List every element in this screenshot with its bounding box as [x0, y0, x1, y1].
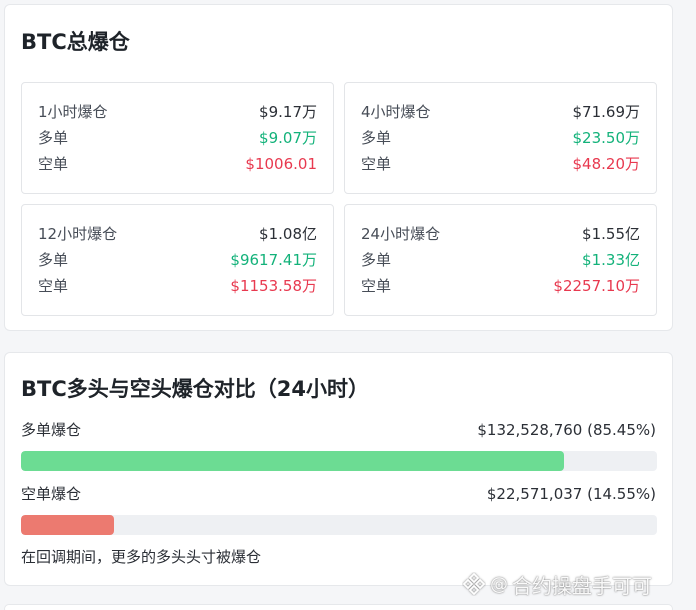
total-value: $71.69万	[572, 103, 641, 121]
short-label: 空单	[361, 155, 392, 173]
short-liquidation-label: 空单爆仓	[21, 485, 82, 503]
long-liquidation-label: 多单爆仓	[21, 421, 82, 439]
short-value: $48.20万	[572, 155, 641, 173]
long-label: 多单	[38, 251, 69, 269]
long-row: 多单 $23.50万	[361, 127, 640, 149]
short-liquidation-bar-fill	[21, 515, 114, 535]
total-row: 1小时爆仓 $9.17万	[38, 101, 317, 123]
period-label: 12小时爆仓	[38, 225, 118, 243]
total-liquidation-title: BTC总爆仓	[21, 30, 130, 54]
short-label: 空单	[38, 155, 69, 173]
period-label: 1小时爆仓	[38, 103, 108, 121]
watermark-text: 合约操盘手可可	[512, 573, 652, 598]
at-symbol: @	[490, 573, 508, 595]
long-value: $1.33亿	[582, 251, 640, 269]
short-label: 空单	[361, 277, 392, 295]
long-row: 多单 $1.33亿	[361, 249, 640, 271]
long-label: 多单	[361, 251, 392, 269]
total-row: 24小时爆仓 $1.55亿	[361, 223, 640, 245]
short-row: 空单 $1153.58万	[38, 275, 317, 297]
short-liquidation-value: $22,571,037 (14.55%)	[486, 485, 656, 503]
long-value: $9617.41万	[230, 251, 317, 269]
next-card	[4, 604, 673, 610]
long-value: $23.50万	[572, 129, 641, 147]
short-value: $2257.10万	[553, 277, 640, 295]
short-value: $1153.58万	[230, 277, 317, 295]
long-liquidation-value: $132,528,760 (85.45%)	[477, 421, 656, 439]
long-value: $9.07万	[259, 129, 317, 147]
total-value: $1.55亿	[582, 225, 640, 243]
liquidation-box-4h: 4小时爆仓 $71.69万 多单 $23.50万 空单 $48.20万	[344, 82, 657, 194]
short-row: 空单 $1006.01	[38, 153, 317, 175]
long-liquidation-bar	[21, 451, 657, 471]
short-label: 空单	[38, 277, 69, 295]
total-value: $9.17万	[259, 103, 317, 121]
liquidation-box-24h: 24小时爆仓 $1.55亿 多单 $1.33亿 空单 $2257.10万	[344, 204, 657, 316]
total-row: 4小时爆仓 $71.69万	[361, 101, 640, 123]
long-row: 多单 $9617.41万	[38, 249, 317, 271]
short-row: 空单 $48.20万	[361, 153, 640, 175]
long-label: 多单	[38, 129, 69, 147]
long-liquidation-bar-fill	[21, 451, 565, 471]
total-value: $1.08亿	[259, 225, 317, 243]
long-liquidation-row: 多单爆仓 $132,528,760 (85.45%)	[21, 419, 656, 441]
watermark: @ 合约操盘手可可	[462, 569, 652, 599]
comparison-note: 在回调期间，更多的多头头寸被爆仓	[21, 548, 262, 566]
short-row: 空单 $2257.10万	[361, 275, 640, 297]
period-label: 4小时爆仓	[361, 103, 431, 121]
short-liquidation-bar	[21, 515, 657, 535]
long-short-comparison-card: BTC多头与空头爆仓对比（24小时） 多单爆仓 $132,528,760 (85…	[4, 352, 673, 586]
binance-square-logo-icon	[462, 572, 486, 596]
total-row: 12小时爆仓 $1.08亿	[38, 223, 317, 245]
period-label: 24小时爆仓	[361, 225, 441, 243]
total-liquidation-card: BTC总爆仓 1小时爆仓 $9.17万 多单 $9.07万 空单 $1006.0…	[4, 4, 673, 331]
short-value: $1006.01	[245, 155, 317, 173]
short-liquidation-row: 空单爆仓 $22,571,037 (14.55%)	[21, 483, 656, 505]
liquidation-box-12h: 12小时爆仓 $1.08亿 多单 $9617.41万 空单 $1153.58万	[21, 204, 334, 316]
long-label: 多单	[361, 129, 392, 147]
comparison-title: BTC多头与空头爆仓对比（24小时）	[21, 377, 369, 401]
liquidation-box-1h: 1小时爆仓 $9.17万 多单 $9.07万 空单 $1006.01	[21, 82, 334, 194]
long-row: 多单 $9.07万	[38, 127, 317, 149]
